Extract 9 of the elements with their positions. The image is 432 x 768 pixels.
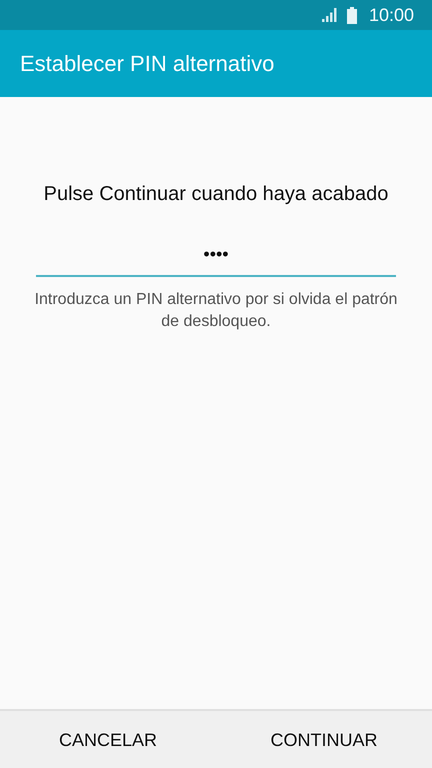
action-button[interactable]: CONTINUAR xyxy=(216,711,432,768)
action-button[interactable]: CANCELAR xyxy=(0,711,216,768)
battery-icon xyxy=(346,6,357,24)
status-time: 10:00 xyxy=(368,4,414,26)
screen-title: Establecer PIN alternativo xyxy=(20,50,274,76)
prompt-text: Pulse Continuar cuando haya acabado xyxy=(44,183,388,206)
pin-field[interactable]: •••• xyxy=(36,240,396,277)
hint-text: Introduzca un PIN alternativo por si olvida el patrón de desbloqueo. xyxy=(34,290,398,332)
signal-icon xyxy=(320,8,337,22)
